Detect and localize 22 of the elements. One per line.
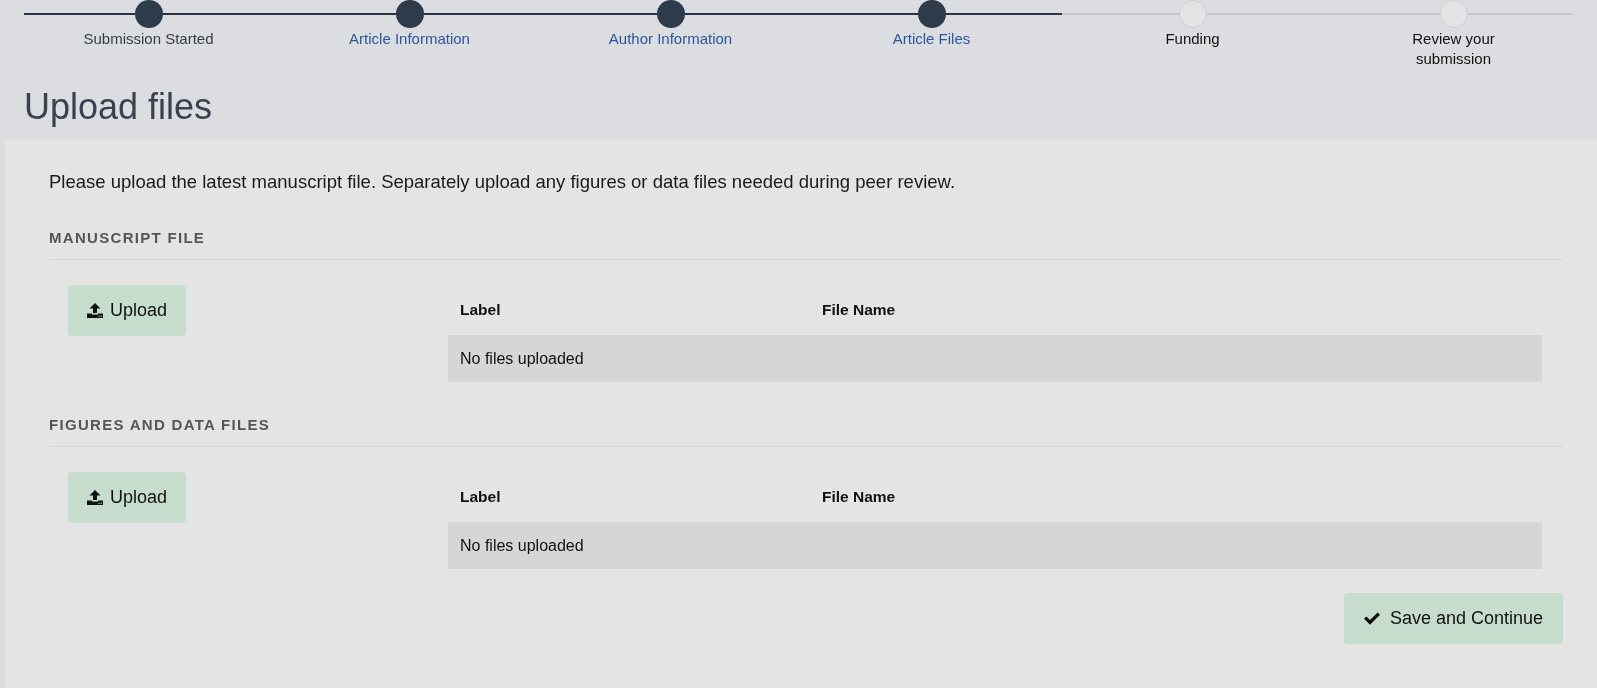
empty-table-row: No files uploaded — [448, 335, 1542, 382]
step-link[interactable]: Article Information — [349, 29, 470, 49]
instructions-text: Please upload the latest manuscript file. Separately upload any figures or data files needed during peer review. — [49, 170, 956, 194]
save-button[interactable]: Save and Continue — [1343, 593, 1563, 644]
step-link[interactable]: Author Information — [608, 29, 733, 49]
column-header: Label — [459, 301, 501, 319]
column-header: File Name — [821, 301, 896, 319]
upload-button[interactable]: Upload — [68, 472, 187, 523]
column-header: Label — [459, 488, 501, 506]
column-header: File Name — [821, 488, 896, 506]
empty-table-row: No files uploaded — [448, 522, 1542, 569]
step-label: Review your submission — [1411, 29, 1496, 69]
section-heading: MANUSCRIPT FILE — [49, 228, 206, 248]
step-link[interactable]: Article Files — [892, 29, 971, 49]
checkmark-icon — [1363, 612, 1380, 625]
upload-icon — [87, 303, 103, 318]
step-label: Submission Started — [83, 29, 214, 49]
step-label: Funding — [1165, 29, 1220, 49]
upload-icon — [87, 490, 103, 505]
upload-button[interactable]: Upload — [68, 285, 187, 336]
section-heading: FIGURES AND DATA FILES — [49, 415, 271, 435]
page-title: Upload files — [24, 85, 213, 129]
